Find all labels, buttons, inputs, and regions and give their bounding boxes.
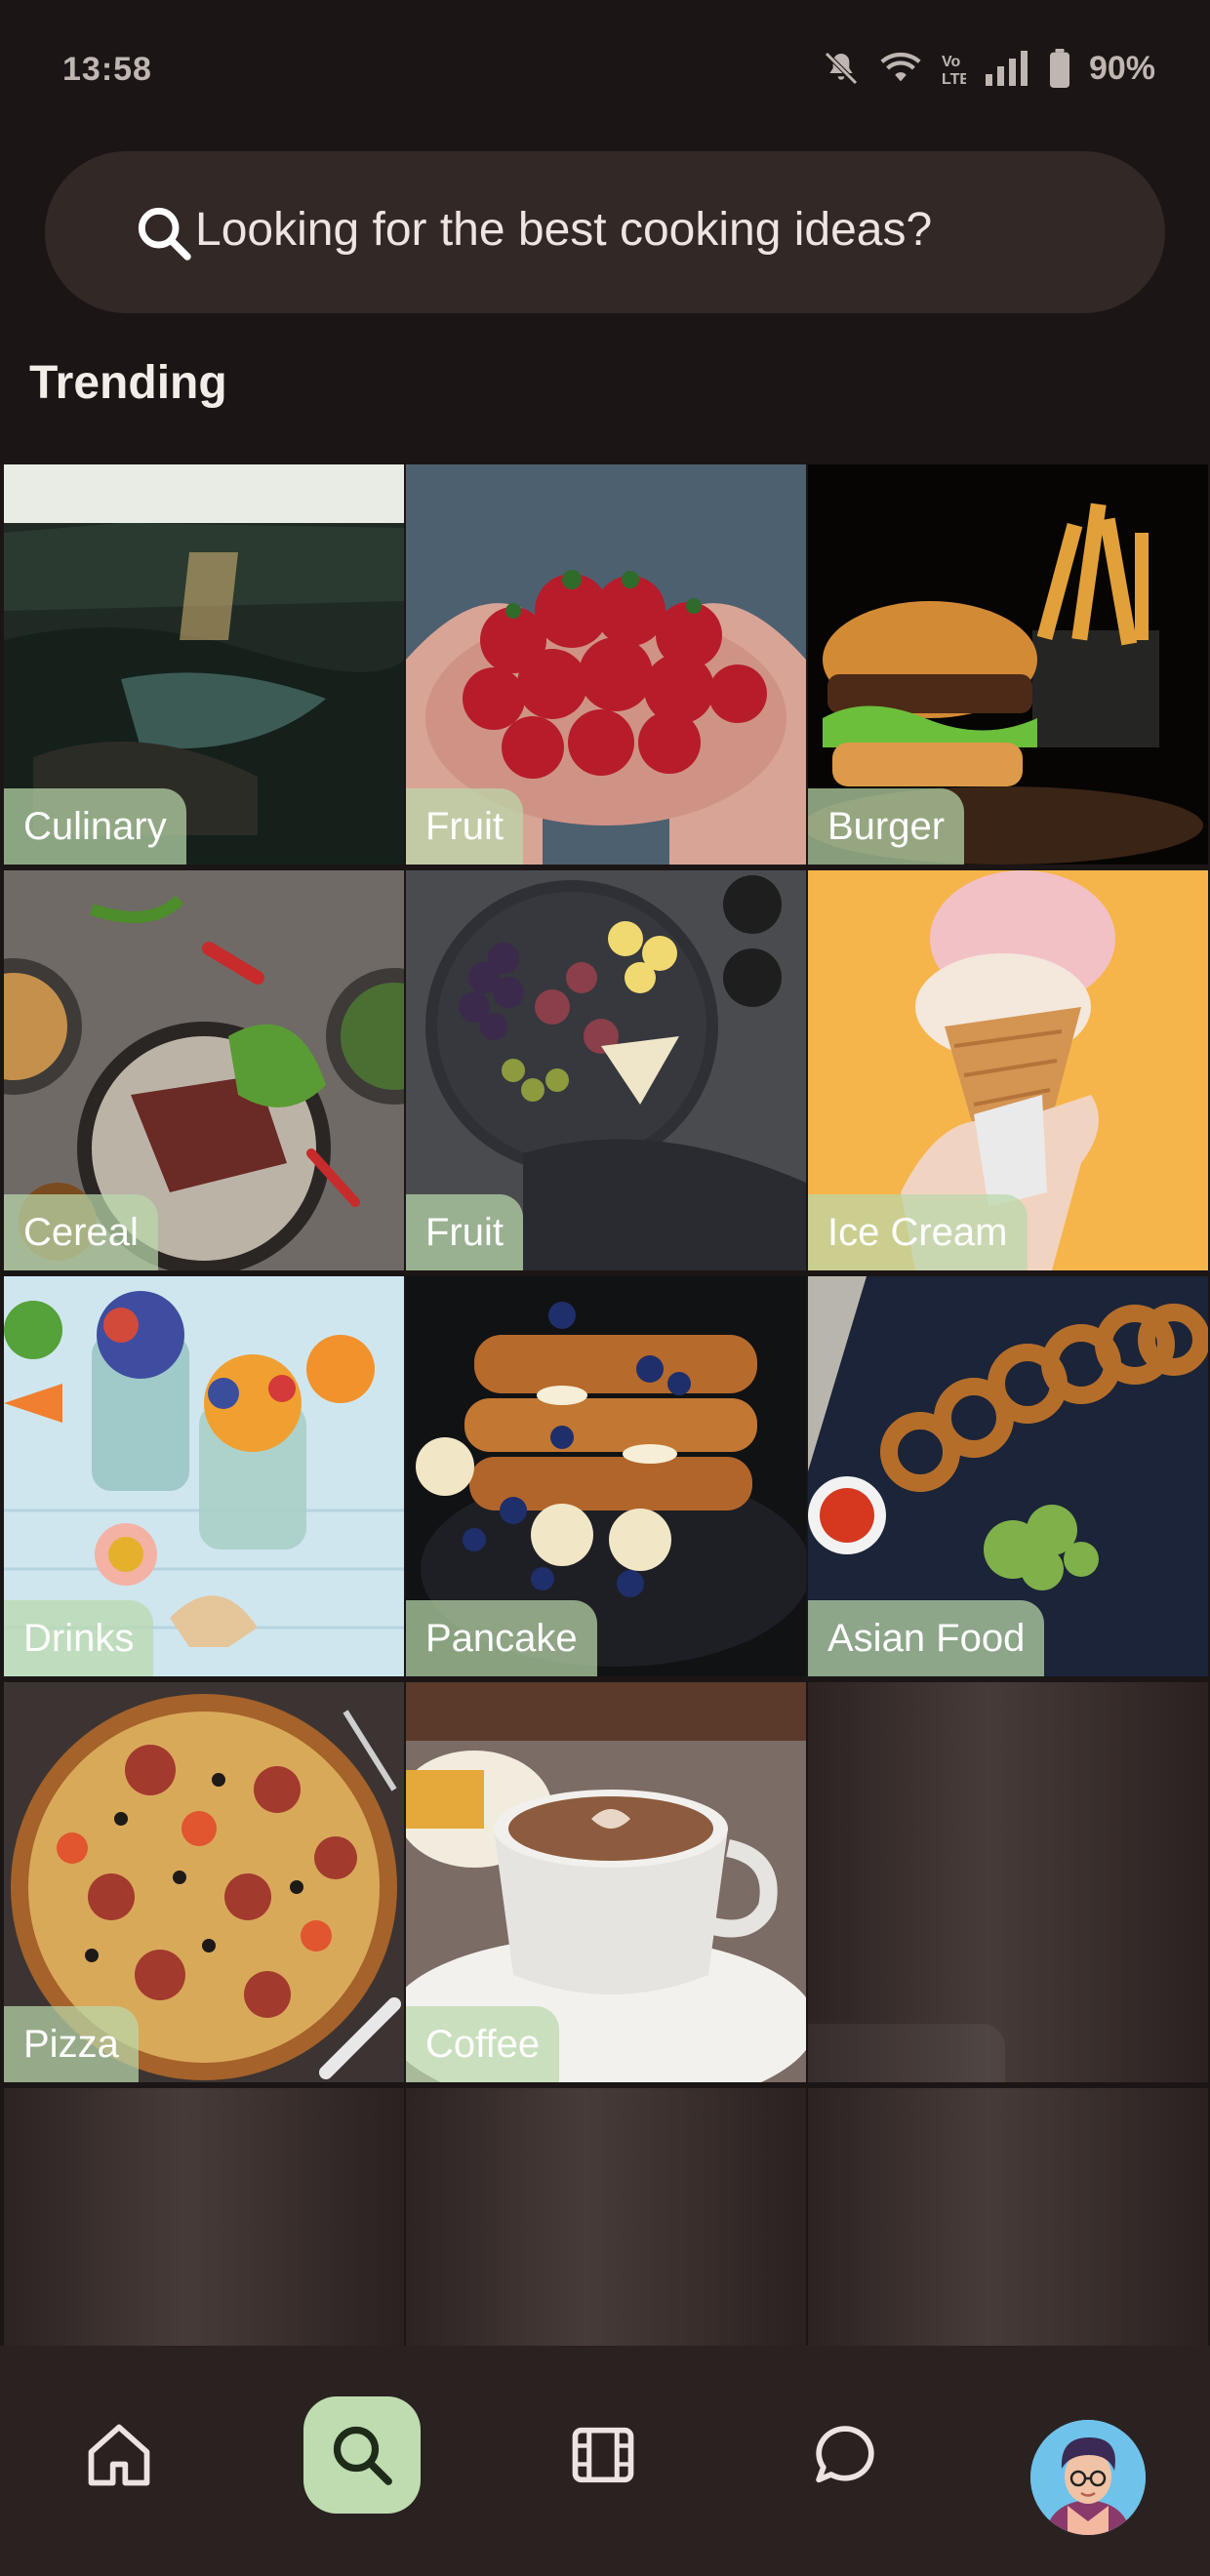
category-tile-coffee[interactable]: Coffee: [406, 1682, 806, 2082]
category-tile-fruit-platter[interactable]: Fruit: [406, 870, 806, 1270]
loading-placeholder-label: [808, 2024, 1005, 2082]
search-bar[interactable]: Looking for the best cooking ideas?: [45, 151, 1165, 313]
category-label: Culinary: [4, 788, 186, 865]
mute-icon: [825, 52, 858, 85]
loading-placeholder-tile: [406, 2088, 806, 2357]
category-label: Pancake: [406, 1600, 597, 1676]
category-tile-pizza[interactable]: Pizza: [4, 1682, 404, 2082]
section-title: Trending: [29, 357, 227, 409]
volte-icon: Vo LTE: [942, 54, 966, 88]
avatar-image: [1030, 2420, 1146, 2535]
status-icons: Vo LTE 90%: [822, 47, 1155, 90]
category-tile-asian-food[interactable]: Asian Food: [808, 1276, 1208, 1676]
svg-text:Vo: Vo: [942, 54, 960, 70]
search-icon: [333, 2426, 392, 2485]
status-bar: 13:58 Vo LTE 90%: [0, 0, 1210, 146]
loading-placeholder-tile: [808, 2088, 1208, 2357]
nav-videos[interactable]: [544, 2396, 662, 2514]
category-label: Coffee: [406, 2006, 560, 2082]
signal-icon: [985, 51, 1028, 86]
loading-placeholder-tile: [808, 1682, 1208, 2082]
category-tile-drinks[interactable]: Drinks: [4, 1276, 404, 1676]
wifi-icon: [880, 52, 921, 82]
category-label: Cereal: [4, 1194, 158, 1270]
svg-text:LTE: LTE: [942, 71, 966, 88]
status-time: 13:58: [62, 51, 152, 88]
nav-home[interactable]: [60, 2396, 178, 2514]
video-icon: [572, 2427, 634, 2483]
category-tile-fruit[interactable]: Fruit: [406, 464, 806, 865]
battery-percentage: 90%: [1088, 49, 1155, 87]
nav-search[interactable]: [303, 2396, 421, 2514]
chat-icon: [816, 2426, 874, 2483]
category-tile-pancake[interactable]: Pancake: [406, 1276, 806, 1676]
category-label: Ice Cream: [808, 1194, 1028, 1270]
profile-avatar[interactable]: [1030, 2420, 1146, 2535]
category-tile-burger[interactable]: Burger: [808, 464, 1208, 865]
search-input[interactable]: Looking for the best cooking ideas?: [195, 203, 932, 257]
category-label: Drinks: [4, 1600, 154, 1676]
category-label: Asian Food: [808, 1600, 1045, 1676]
home-icon: [88, 2424, 150, 2486]
category-label: Fruit: [406, 1194, 523, 1270]
bottom-navigation: [0, 2346, 1210, 2576]
category-tile-culinary[interactable]: Culinary: [4, 464, 404, 865]
category-tile-ice-cream[interactable]: Ice Cream: [808, 870, 1208, 1270]
search-icon: [138, 207, 191, 261]
battery-icon: [1049, 49, 1069, 88]
category-label: Pizza: [4, 2006, 139, 2082]
category-tile-cereal[interactable]: Cereal: [4, 870, 404, 1270]
nav-chat[interactable]: [786, 2396, 904, 2514]
category-label: Fruit: [406, 788, 523, 865]
loading-placeholder-tile: [4, 2088, 404, 2357]
category-label: Burger: [808, 788, 965, 865]
